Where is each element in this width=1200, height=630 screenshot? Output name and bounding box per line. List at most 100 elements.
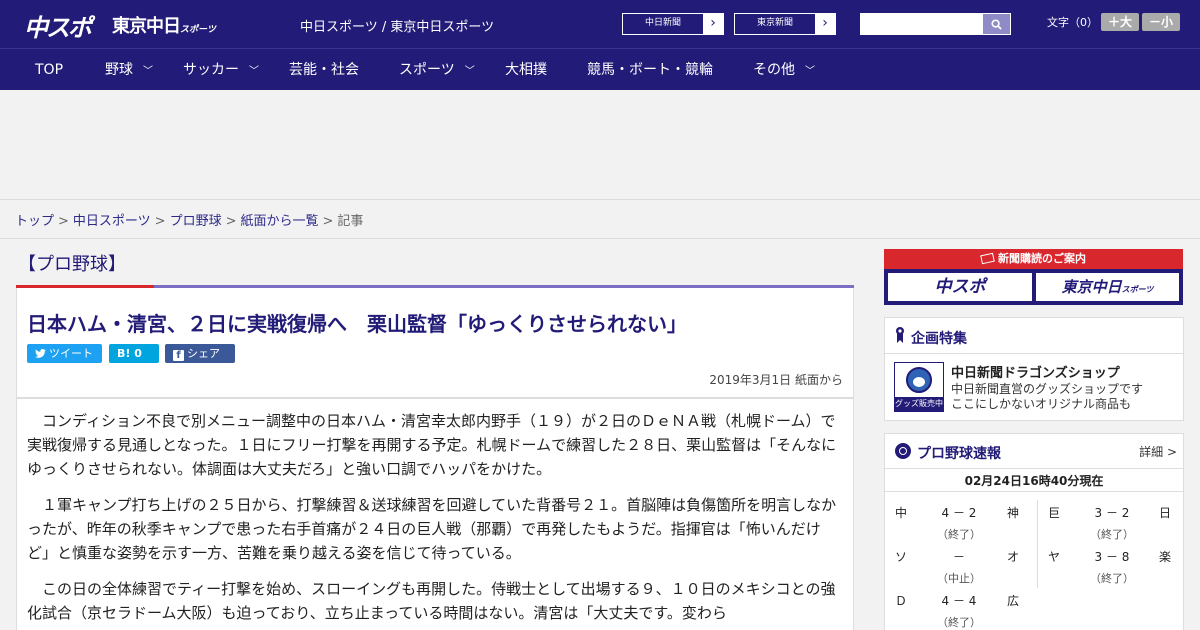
chevron-right-icon: › [703, 14, 723, 34]
scoreboard-heading: プロ野球速報 [917, 446, 1001, 462]
score-column-left: 中 4 － 2 （終了） 神 ソ － （中止） オ Ｄ 4 － 4 （終了） 広 [885, 500, 1029, 630]
away-team: オ [1006, 550, 1019, 564]
nav-item-baseball[interactable]: 野球 ﹀ [105, 49, 153, 91]
search-icon [991, 19, 1002, 30]
dragons-shop-desc-line: 中日新聞直営のグッズショップです [951, 382, 1144, 396]
game-row[interactable]: ソ － （中止） オ [885, 544, 1029, 588]
breadcrumb-separator: > [154, 214, 166, 229]
tokyo-shimbun-label: 東京新聞 [756, 18, 793, 28]
baseball-scoreboard: プロ野球速報 詳細 > 02月24日16時40分現在 中 4 － 2 （終了） … [884, 433, 1184, 630]
breadcrumb-top[interactable]: トップ [15, 214, 54, 229]
font-larger-button[interactable]: ＋大 [1101, 13, 1139, 31]
subscription-heading: 新聞購読のご案内 [998, 252, 1086, 265]
home-team: Ｄ [895, 594, 908, 608]
game-score: 4 － 4 [941, 594, 977, 608]
chevron-down-icon: ﹀ [464, 66, 475, 77]
tweet-button[interactable]: ツイート [27, 344, 102, 363]
font-smaller-button[interactable]: －小 [1142, 13, 1180, 31]
baseball-icon [895, 443, 911, 459]
subscribe-tokyo-text: 東京中日 [1061, 278, 1122, 296]
article-body: コンディション不良で別メニュー調整中の日本ハム・清宮幸太郎内野手（１９）が２日の… [16, 398, 854, 630]
game-score: 3 － 2 [1094, 506, 1130, 520]
breadcrumb-pro-baseball[interactable]: プロ野球 [170, 214, 222, 229]
article-date: 2019年3月1日 紙面から [709, 373, 843, 387]
scoreboard-timestamp: 02月24日16時40分現在 [885, 468, 1183, 492]
article-header: 日本ハム・清宮、２日に実戦復帰へ 栗山監督「ゆっくりさせられない」 ツイート B… [16, 288, 854, 398]
article-category: 【プロ野球】 [18, 254, 126, 275]
nav-label: サッカー [183, 62, 239, 78]
tokyo-chunichi-logo[interactable]: 東京中日スポーツ [112, 12, 216, 38]
chuspo-logo[interactable]: 中スポ [24, 8, 92, 43]
ad-area [0, 90, 1200, 200]
game-status: （終了） [1090, 528, 1134, 541]
nav-label: スポーツ [399, 62, 455, 78]
chevron-down-icon: ﹀ [249, 66, 259, 77]
search-button[interactable] [982, 13, 1011, 35]
nav-label: その他 [753, 62, 795, 78]
dragons-shop-desc-line: ここにしかないオリジナル商品も [951, 397, 1132, 411]
chevron-down-icon: ﹀ [143, 66, 153, 77]
subscribe-tokyo-logo[interactable]: 東京中日スポーツ [1036, 273, 1179, 301]
game-row[interactable]: ヤ 3 － 8 （終了） 楽 [1038, 544, 1181, 588]
nav-item-entertainment[interactable]: 芸能・社会 [289, 49, 359, 91]
game-row[interactable]: 巨 3 － 2 （終了） 日 [1038, 500, 1181, 544]
breadcrumb-separator: > [58, 214, 69, 229]
nav-item-top[interactable]: TOP [35, 49, 63, 91]
nav-item-soccer[interactable]: サッカー ﹀ [183, 49, 259, 91]
hatena-bookmark-button[interactable]: B! 0 [109, 344, 159, 363]
site-subtitle: 中日スポーツ / 東京中日スポーツ [300, 20, 495, 35]
dragons-shop-description: 中日新聞直営のグッズショップです ここにしかないオリジナル商品も [951, 382, 1143, 412]
nav-label: TOP [35, 62, 64, 78]
newspaper-icon [980, 252, 995, 265]
nav-label: 野球 [105, 62, 133, 78]
facebook-share-button[interactable]: f シェア 0 [165, 344, 235, 379]
game-row[interactable]: 中 4 － 2 （終了） 神 [885, 500, 1029, 544]
subscription-banner[interactable]: 新聞購読のご案内 中スポ 東京中日スポーツ [884, 249, 1183, 305]
scoreboard-header: プロ野球速報 詳細 > [885, 434, 1183, 468]
scoreboard-details-link[interactable]: 詳細 > [1139, 443, 1177, 460]
game-score: 4 － 2 [941, 506, 977, 520]
away-team: 楽 [1158, 550, 1171, 564]
dragons-mascot [906, 367, 932, 393]
subscribe-chuspo-logo[interactable]: 中スポ [888, 273, 1032, 301]
home-team: 巨 [1048, 506, 1061, 520]
article-title: 日本ハム・清宮、２日に実戦復帰へ 栗山監督「ゆっくりさせられない」 [27, 312, 687, 336]
tweet-label: ツイート [49, 347, 93, 360]
nav-item-sumo[interactable]: 大相撲 [505, 49, 547, 91]
home-team: ソ [895, 550, 908, 564]
feature-box: 企画特集 グッズ販売中 中日新聞ドラゴンズショップ 中日新聞直営のグッズショップ… [884, 317, 1184, 421]
tokyo-logo-text: 東京中日 [112, 16, 181, 37]
breadcrumb-separator: > [322, 214, 334, 229]
subscribe-tokyo-sub: スポーツ [1121, 285, 1154, 294]
dragons-shop-link[interactable]: 中日新聞ドラゴンズショップ [951, 362, 1120, 381]
game-score: 3 － 8 [1094, 550, 1130, 564]
dragons-shop-image[interactable]: グッズ販売中 [894, 362, 944, 412]
facebook-icon: f [173, 350, 184, 361]
nav-label: 芸能・社会 [289, 62, 359, 78]
game-status: （終了） [1090, 572, 1134, 585]
nav-item-keiba[interactable]: 競馬・ボート・競輪 [587, 49, 713, 91]
main-nav: TOP 野球 ﹀ サッカー ﹀ 芸能・社会 スポーツ ﹀ 大相撲 競馬・ボート・競輪 … [0, 48, 1200, 90]
nav-label: 競馬・ボート・競輪 [587, 62, 713, 78]
feature-header: 企画特集 [885, 318, 1183, 354]
subscription-header: 新聞購読のご案内 [884, 249, 1183, 269]
nav-item-sports[interactable]: スポーツ ﹀ [399, 49, 475, 91]
chevron-down-icon: ﹀ [805, 66, 815, 77]
game-status: （中止） [937, 572, 981, 585]
feature-heading: 企画特集 [911, 331, 967, 347]
font-size-label: 文字（0） [1047, 16, 1098, 29]
chunichi-shimbun-link[interactable]: 中日新聞 › [622, 13, 724, 35]
game-row[interactable]: Ｄ 4 － 4 （終了） 広 [885, 588, 1029, 630]
nav-item-other[interactable]: その他 ﹀ [753, 49, 815, 91]
home-team: 中 [895, 506, 908, 520]
chevron-right-icon: › [815, 14, 835, 34]
game-score: － [952, 550, 965, 564]
top-header: 中スポ 東京中日スポーツ 中日スポーツ / 東京中日スポーツ 中日新聞 › 東京… [0, 0, 1200, 48]
article-paragraph: この日の全体練習でティー打撃を始め、スローイングも再開した。侍戦士として出場する… [27, 580, 836, 622]
breadcrumb-paper-list[interactable]: 紙面から一覧 [241, 214, 319, 229]
tokyo-shimbun-link[interactable]: 東京新聞 › [734, 13, 836, 35]
breadcrumb-chunichi-sports[interactable]: 中日スポーツ [73, 214, 151, 229]
away-team: 神 [1006, 506, 1019, 520]
search-input[interactable] [860, 13, 982, 35]
game-status: （終了） [937, 528, 981, 541]
